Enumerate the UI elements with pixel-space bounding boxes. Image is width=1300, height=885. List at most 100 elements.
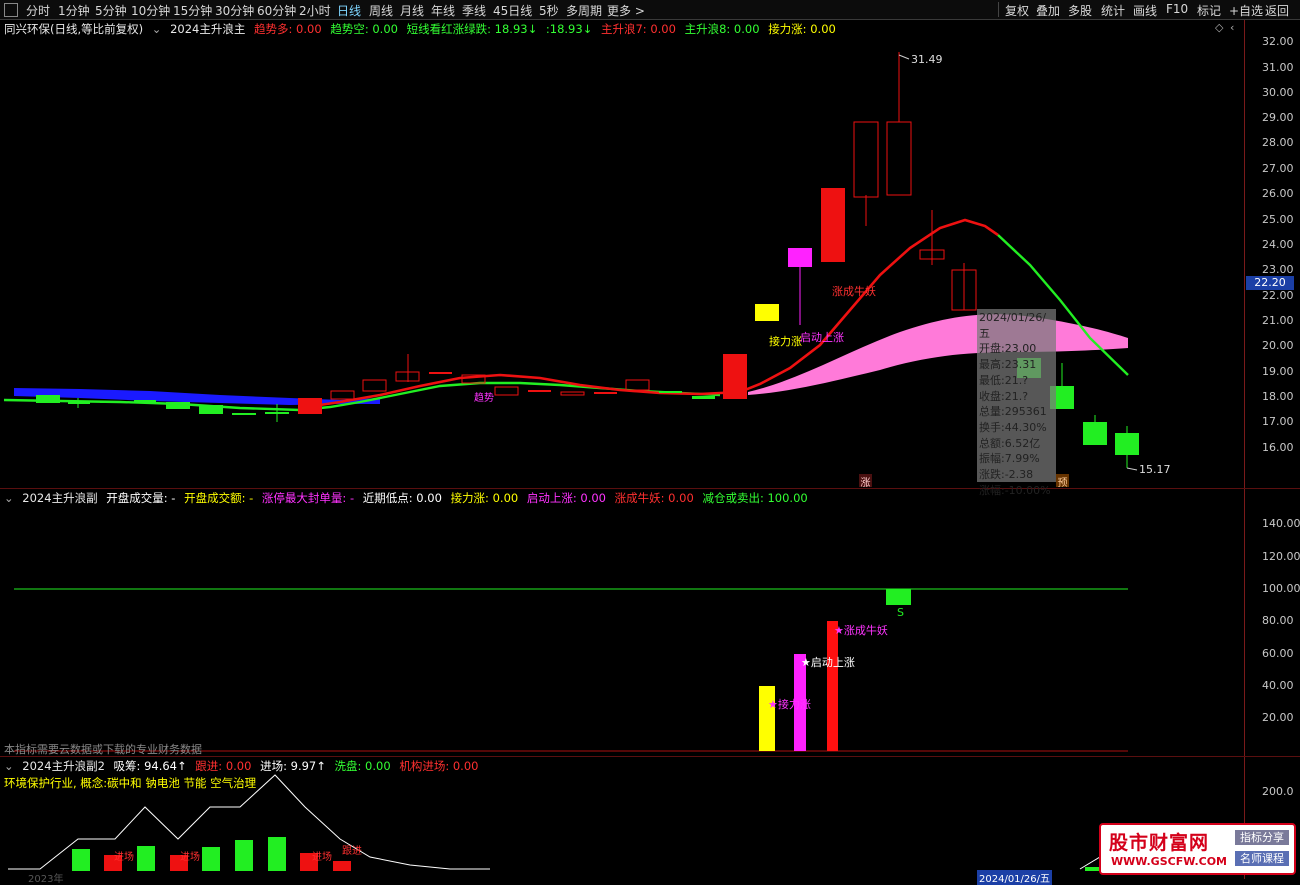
high-marker [898, 54, 910, 60]
candle [362, 379, 387, 392]
price-tick: 25.00 [1262, 213, 1294, 226]
price-tick: 21.00 [1262, 314, 1294, 327]
period-5min[interactable]: 5分钟 [95, 2, 127, 19]
candle-info-tooltip: 2024/01/26/五 开盘:23.00 最高:23.31 最低:21.? 收… [977, 309, 1056, 497]
statistics-button[interactable]: 统计 [1101, 2, 1125, 19]
sub1-tick: 100.00 [1262, 582, 1300, 595]
sub1-tick: 140.00 [1262, 517, 1300, 530]
trend-label: 趋势 [474, 393, 494, 404]
period-5sec[interactable]: 5秒 [539, 2, 559, 19]
relay-bar-label: ★接力涨 [768, 698, 811, 711]
period-2hour[interactable]: 2小时 [299, 2, 331, 19]
candle [853, 121, 879, 198]
period-more[interactable]: 更多 > [607, 2, 645, 19]
zhang-marker[interactable]: 涨 [859, 474, 872, 489]
multi-stock-button[interactable]: 多股 [1068, 2, 1092, 19]
candle [659, 391, 682, 393]
tooltip-line: 总额:6.52亿 [979, 436, 1041, 450]
sub1-tick: 20.00 [1262, 711, 1294, 724]
price-tick: 24.00 [1262, 238, 1294, 251]
enter-label: 进场 [312, 852, 332, 863]
candle [36, 395, 60, 403]
tooltip-line: 开盘:23.00 [979, 342, 1037, 356]
tooltip-line: 振幅:7.99% [979, 452, 1040, 466]
period-quarterly[interactable]: 季线 [462, 2, 486, 19]
period-1min[interactable]: 1分钟 [58, 2, 90, 19]
price-tick: 27.00 [1262, 162, 1294, 175]
price-tick: 29.00 [1262, 111, 1294, 124]
candle [494, 386, 519, 396]
limit-monster-label: 涨成牛妖 [832, 285, 876, 298]
overlay-button[interactable]: 叠加 [1036, 2, 1060, 19]
tooltip-line: 最高:23.31 [979, 358, 1037, 372]
candle [1083, 422, 1107, 445]
mark-button[interactable]: 标记 [1197, 2, 1221, 19]
candle [232, 413, 256, 415]
start-rise-label: 启动上涨 [800, 331, 844, 344]
sub1-chart[interactable] [0, 489, 1244, 756]
candle [692, 396, 715, 399]
start-rise-bar-label: ★启动上涨 [801, 656, 855, 669]
f10-button[interactable]: F10 [1166, 2, 1188, 16]
tooltip-line: 最低:21.? [979, 373, 1029, 387]
price-tick: 31.00 [1262, 61, 1294, 74]
limit-monster-bar [827, 621, 838, 751]
enter-bar [137, 846, 155, 871]
candle [594, 392, 617, 394]
restore-rights-button[interactable]: 复权 [1005, 2, 1029, 19]
tooltip-line: 总量:295361 [979, 405, 1047, 419]
tooltip-line: 2024/01/26/五 [979, 311, 1047, 340]
sell-signal-box [886, 589, 911, 605]
period-15min[interactable]: 15分钟 [173, 2, 212, 19]
period-fenshi[interactable]: 分时 [26, 2, 50, 19]
price-tick: 16.00 [1262, 441, 1294, 454]
enter-label: 进场 [114, 852, 134, 863]
price-tick: 28.00 [1262, 136, 1294, 149]
low-price-label: 15.17 [1139, 463, 1171, 476]
period-yearly[interactable]: 年线 [431, 2, 455, 19]
candle [265, 412, 289, 414]
price-tick: 23.00 [1262, 263, 1294, 276]
sub1-tick: 40.00 [1262, 679, 1294, 692]
candle [821, 188, 845, 262]
price-tick: 30.00 [1262, 86, 1294, 99]
tooltip-line: 换手:44.30% [979, 420, 1047, 434]
back-button[interactable]: 返回 [1265, 2, 1289, 19]
sub2-tick: 200.0 [1262, 785, 1294, 798]
candlestick-chart[interactable] [0, 20, 1244, 488]
candle [100, 401, 122, 403]
candle [723, 354, 747, 399]
tooltip-line: 收盘:21.? [979, 389, 1029, 403]
draw-line-button[interactable]: 画线 [1133, 2, 1157, 19]
limit-monster-bar-label: ★涨成牛妖 [834, 624, 888, 637]
period-monthly[interactable]: 月线 [400, 2, 424, 19]
period-weekly[interactable]: 周线 [369, 2, 393, 19]
price-tick: 20.00 [1262, 339, 1294, 352]
candle [560, 391, 585, 396]
high-price-label: 31.49 [911, 53, 943, 66]
price-axis-line [1244, 20, 1245, 879]
sub1-tick: 60.00 [1262, 647, 1294, 660]
menu-icon[interactable] [4, 3, 18, 17]
candle [1115, 433, 1139, 455]
period-multi[interactable]: 多周期 [566, 2, 602, 19]
yu-marker[interactable]: 预 [1056, 474, 1069, 489]
tooltip-line: 涨跌:-2.38 [979, 468, 1034, 482]
enter-bar [72, 849, 90, 871]
candle [330, 390, 355, 400]
period-60min[interactable]: 60分钟 [257, 2, 296, 19]
candles-rally [723, 52, 1139, 468]
period-30min[interactable]: 30分钟 [215, 2, 254, 19]
current-price-tag: 22.20 [1246, 276, 1294, 290]
watermark-url: WWW.GSCFW.COM [1111, 855, 1228, 868]
period-10min[interactable]: 10分钟 [131, 2, 170, 19]
candle [429, 372, 452, 374]
period-daily[interactable]: 日线 [337, 2, 361, 19]
low-marker [1126, 467, 1138, 471]
watermark-tag: 指标分享 [1235, 830, 1289, 845]
period-45day[interactable]: 45日线 [493, 2, 532, 19]
toolbar-divider [998, 2, 999, 17]
candle [528, 390, 551, 392]
add-watchlist-button[interactable]: +自选 [1229, 2, 1263, 19]
candle [134, 400, 156, 402]
